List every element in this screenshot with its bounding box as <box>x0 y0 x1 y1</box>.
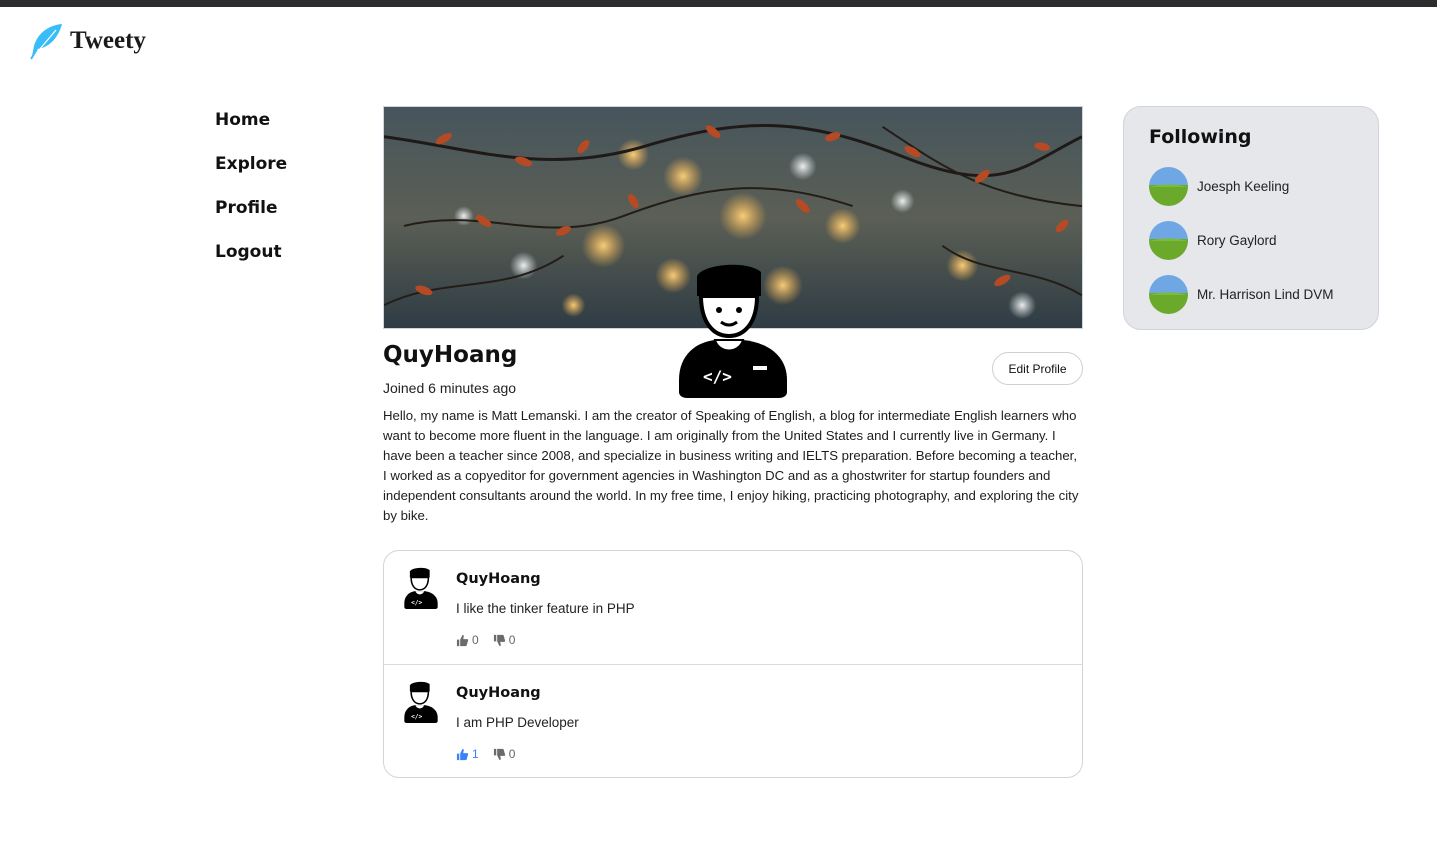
tweet-author[interactable]: QuyHoang <box>456 571 541 587</box>
tweet-item: </> QuyHoang I like the tinker feature i… <box>384 551 1082 664</box>
nav-logout[interactable]: Logout <box>215 240 287 284</box>
tweet-avatar-icon[interactable]: </> <box>402 681 440 723</box>
top-bar <box>0 0 1437 7</box>
following-user[interactable]: Mr. Harrison Lind DVM <box>1149 275 1334 314</box>
thumbs-down-icon <box>493 634 505 646</box>
following-user-name: Joesph Keeling <box>1197 179 1290 194</box>
nav-explore[interactable]: Explore <box>215 152 287 196</box>
main-nav: Home Explore Profile Logout <box>215 108 287 284</box>
app-title: Tweety <box>70 27 146 54</box>
nav-home[interactable]: Home <box>215 108 287 152</box>
like-button[interactable]: 1 <box>456 747 479 761</box>
tweet-body: I like the tinker feature in PHP <box>456 601 635 616</box>
avatar <box>1149 275 1188 314</box>
tweet-author[interactable]: QuyHoang <box>456 685 541 701</box>
svg-text:</>: </> <box>411 600 422 607</box>
like-count: 1 <box>472 747 479 761</box>
like-button[interactable]: 0 <box>456 633 479 647</box>
edit-profile-button[interactable]: Edit Profile <box>992 352 1083 385</box>
following-title: Following <box>1149 126 1252 148</box>
tweet-actions: 0 0 <box>456 633 529 647</box>
following-user-name: Rory Gaylord <box>1197 233 1277 248</box>
tweet-feed: </> QuyHoang I like the tinker feature i… <box>383 550 1083 778</box>
profile-name: QuyHoang <box>383 342 518 368</box>
profile-bio: Hello, my name is Matt Lemanski. I am th… <box>383 408 1079 523</box>
tweet-body: I am PHP Developer <box>456 715 579 730</box>
feather-icon <box>30 24 62 60</box>
tweet-avatar-icon[interactable]: </> <box>402 567 440 609</box>
tweet-actions: 1 0 <box>456 747 529 761</box>
thumbs-up-icon <box>456 634 469 646</box>
dislike-count: 0 <box>508 633 516 647</box>
svg-text:</>: </> <box>411 714 422 721</box>
following-user-name: Mr. Harrison Lind DVM <box>1197 287 1334 302</box>
tweet-item: </> QuyHoang I am PHP Developer 1 0 <box>384 664 1082 777</box>
avatar <box>1149 167 1188 206</box>
dislike-button[interactable]: 0 <box>493 633 516 647</box>
dislike-button[interactable]: 0 <box>493 747 516 761</box>
svg-text:</>: </> <box>703 367 732 386</box>
following-panel: Following Joesph Keeling Rory Gaylord Mr… <box>1123 106 1379 330</box>
avatar <box>1149 221 1188 260</box>
following-user[interactable]: Rory Gaylord <box>1149 221 1277 260</box>
following-user[interactable]: Joesph Keeling <box>1149 167 1289 206</box>
profile-avatar-icon[interactable]: </> <box>675 262 791 398</box>
dislike-count: 0 <box>508 747 516 761</box>
brand[interactable]: Tweety <box>28 22 146 60</box>
thumbs-up-icon <box>456 748 469 760</box>
thumbs-down-icon <box>493 748 505 760</box>
nav-profile[interactable]: Profile <box>215 196 287 240</box>
like-count: 0 <box>472 633 479 647</box>
joined-date: Joined 6 minutes ago <box>383 380 517 396</box>
